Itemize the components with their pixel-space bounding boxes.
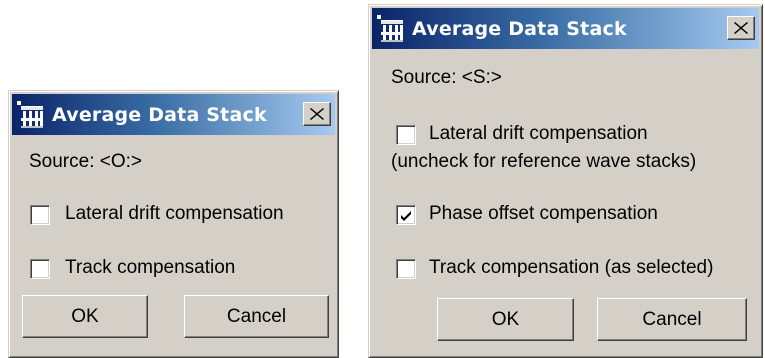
title-bar[interactable]: Average Data Stack xyxy=(372,8,759,49)
track-compensation-checkbox[interactable] xyxy=(30,259,50,279)
lateral-drift-label: Lateral drift compensation xyxy=(65,203,284,224)
phase-offset-checkbox[interactable] xyxy=(396,205,416,225)
check-mark-icon xyxy=(401,211,411,221)
lateral-drift-checkbox[interactable] xyxy=(396,125,416,145)
cancel-button[interactable]: Cancel xyxy=(597,298,747,341)
ok-button[interactable]: OK xyxy=(22,295,148,338)
lateral-drift-label: Lateral drift compensation xyxy=(429,123,648,144)
source-label: Source: <S:> xyxy=(391,67,502,88)
close-icon xyxy=(310,108,324,120)
close-button[interactable] xyxy=(727,16,755,40)
average-stack-app-icon xyxy=(377,14,403,42)
dialog-title: Average Data Stack xyxy=(412,17,627,40)
ok-button[interactable]: OK xyxy=(437,298,574,341)
average-data-stack-dialog-large: Average Data Stack Source: <S:> Lateral … xyxy=(368,4,763,358)
lateral-drift-sublabel: (uncheck for reference wave stacks) xyxy=(391,151,697,172)
source-label: Source: <O:> xyxy=(29,151,143,172)
track-compensation-checkbox[interactable] xyxy=(396,259,416,279)
dialog-title: Average Data Stack xyxy=(52,103,267,126)
average-data-stack-dialog-small: Average Data Stack Source: <O:> Lateral … xyxy=(8,90,339,358)
title-bar[interactable]: Average Data Stack xyxy=(12,94,335,135)
close-icon xyxy=(734,22,748,34)
phase-offset-label: Phase offset compensation xyxy=(429,203,658,224)
cancel-button[interactable]: Cancel xyxy=(184,295,329,338)
average-stack-app-icon xyxy=(17,100,43,128)
track-compensation-label: Track compensation xyxy=(65,257,236,278)
track-compensation-label: Track compensation (as selected) xyxy=(429,257,714,278)
close-button[interactable] xyxy=(303,102,331,126)
lateral-drift-checkbox[interactable] xyxy=(30,205,50,225)
